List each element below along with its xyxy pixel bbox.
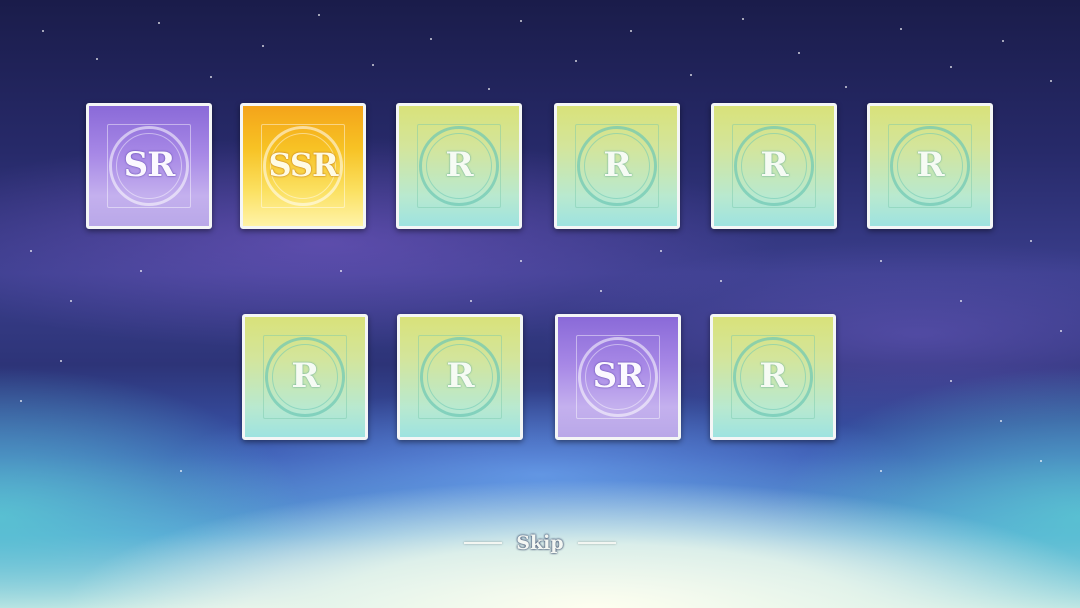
card-rarity-label: SR — [592, 356, 645, 397]
card-rarity-label: R — [759, 356, 787, 397]
card-6[interactable]: R — [867, 103, 993, 229]
star-dot — [575, 60, 577, 62]
card-10[interactable]: R — [710, 314, 836, 440]
star-dot — [470, 300, 472, 302]
star-dot — [488, 88, 490, 90]
skip-label: Skip — [516, 532, 564, 554]
star-dot — [430, 38, 432, 40]
card-3[interactable]: R — [396, 103, 522, 229]
star-dot — [845, 86, 847, 88]
star-dot — [960, 300, 962, 302]
star-dot — [340, 270, 342, 272]
star-dot — [900, 28, 902, 30]
card-rarity-label: SSR — [268, 146, 338, 185]
skip-right-line — [577, 542, 616, 544]
star-dot — [140, 270, 142, 272]
card-rarity-label: R — [916, 145, 944, 186]
star-dot — [950, 380, 952, 382]
star-dot — [318, 14, 320, 16]
star-dot — [660, 250, 662, 252]
card-rarity-label: R — [291, 356, 319, 397]
card-rarity-label: R — [445, 145, 473, 186]
skip-left-line — [464, 542, 503, 544]
card-9[interactable]: SR — [555, 314, 681, 440]
card-8[interactable]: R — [397, 314, 523, 440]
card-rarity-label: R — [446, 356, 474, 397]
star-field — [0, 0, 1080, 608]
star-dot — [262, 45, 264, 47]
star-dot — [210, 76, 212, 78]
star-dot — [600, 290, 602, 292]
star-dot — [158, 22, 160, 24]
star-dot — [690, 74, 692, 76]
card-4[interactable]: R — [554, 103, 680, 229]
star-dot — [1000, 420, 1002, 422]
card-5[interactable]: R — [711, 103, 837, 229]
star-dot — [60, 360, 62, 362]
star-dot — [720, 280, 722, 282]
card-rarity-label: SR — [123, 145, 176, 186]
star-dot — [742, 18, 744, 20]
card-rarity-label: R — [603, 145, 631, 186]
card-rarity-label: R — [760, 145, 788, 186]
star-dot — [520, 260, 522, 262]
star-dot — [950, 66, 952, 68]
card-7[interactable]: R — [242, 314, 368, 440]
star-dot — [20, 400, 22, 402]
star-dot — [180, 470, 182, 472]
star-dot — [1002, 40, 1004, 42]
skip-button[interactable]: Skip — [460, 528, 620, 558]
star-dot — [30, 250, 32, 252]
star-dot — [96, 58, 98, 60]
card-1[interactable]: SR — [86, 103, 212, 229]
star-dot — [42, 30, 44, 32]
card-2[interactable]: SSR — [240, 103, 366, 229]
star-dot — [880, 260, 882, 262]
star-dot — [520, 20, 522, 22]
star-dot — [798, 52, 800, 54]
star-dot — [1040, 460, 1042, 462]
star-dot — [1050, 80, 1052, 82]
star-dot — [1030, 240, 1032, 242]
star-dot — [630, 30, 632, 32]
star-dot — [70, 300, 72, 302]
star-dot — [372, 64, 374, 66]
star-dot — [880, 470, 882, 472]
star-dot — [1060, 330, 1062, 332]
